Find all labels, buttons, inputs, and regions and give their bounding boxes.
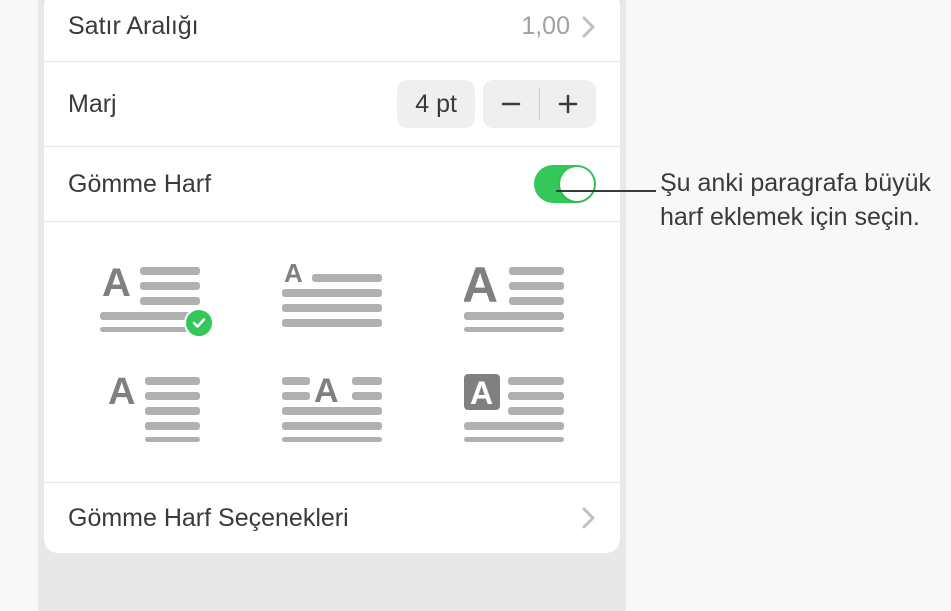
line-spacing-label: Satır Aralığı — [68, 12, 199, 41]
margin-label: Marj — [68, 90, 117, 119]
chevron-right-icon — [582, 16, 596, 38]
annotation-callout-line — [556, 190, 656, 192]
drop-cap-options-label: Gömme Harf Seçenekleri — [68, 504, 349, 533]
margin-stepper — [483, 80, 596, 128]
drop-cap-row: Gömme Harf — [44, 147, 620, 222]
chevron-right-icon — [582, 507, 596, 529]
margin-increase-button[interactable] — [540, 80, 596, 128]
svg-text:A: A — [314, 372, 339, 410]
drop-cap-style-4[interactable]: A — [94, 372, 206, 442]
drop-cap-style-5[interactable]: A — [276, 372, 388, 442]
drop-cap-options-row[interactable]: Gömme Harf Seçenekleri — [44, 483, 620, 553]
drop-cap-style-6[interactable]: A — [458, 372, 570, 442]
drop-cap-style-2[interactable]: A — [276, 262, 388, 332]
svg-text:A: A — [464, 262, 498, 313]
drop-cap-style-1[interactable]: A — [94, 262, 206, 332]
drop-cap-style-3[interactable]: A — [458, 262, 570, 332]
svg-text:A: A — [470, 375, 493, 411]
margin-value: 4 pt — [397, 80, 475, 128]
annotation-text: Şu anki paragrafa büyük harf eklemek içi… — [660, 167, 940, 235]
inspector-panel-container: Satır Aralığı 1,00 Marj 4 pt — [38, 0, 626, 611]
margin-decrease-button[interactable] — [483, 80, 539, 128]
drop-cap-styles-grid: A A — [44, 222, 620, 483]
line-spacing-row[interactable]: Satır Aralığı 1,00 — [44, 0, 620, 62]
margin-row: Marj 4 pt — [44, 62, 620, 147]
line-spacing-value: 1,00 — [521, 12, 570, 41]
svg-text:A: A — [102, 262, 131, 305]
selected-checkmark-icon — [184, 308, 214, 338]
svg-text:A: A — [108, 372, 135, 413]
drop-cap-toggle[interactable] — [534, 165, 596, 203]
svg-text:A: A — [284, 262, 303, 288]
text-settings-panel: Satır Aralığı 1,00 Marj 4 pt — [44, 0, 620, 553]
drop-cap-label: Gömme Harf — [68, 170, 211, 199]
